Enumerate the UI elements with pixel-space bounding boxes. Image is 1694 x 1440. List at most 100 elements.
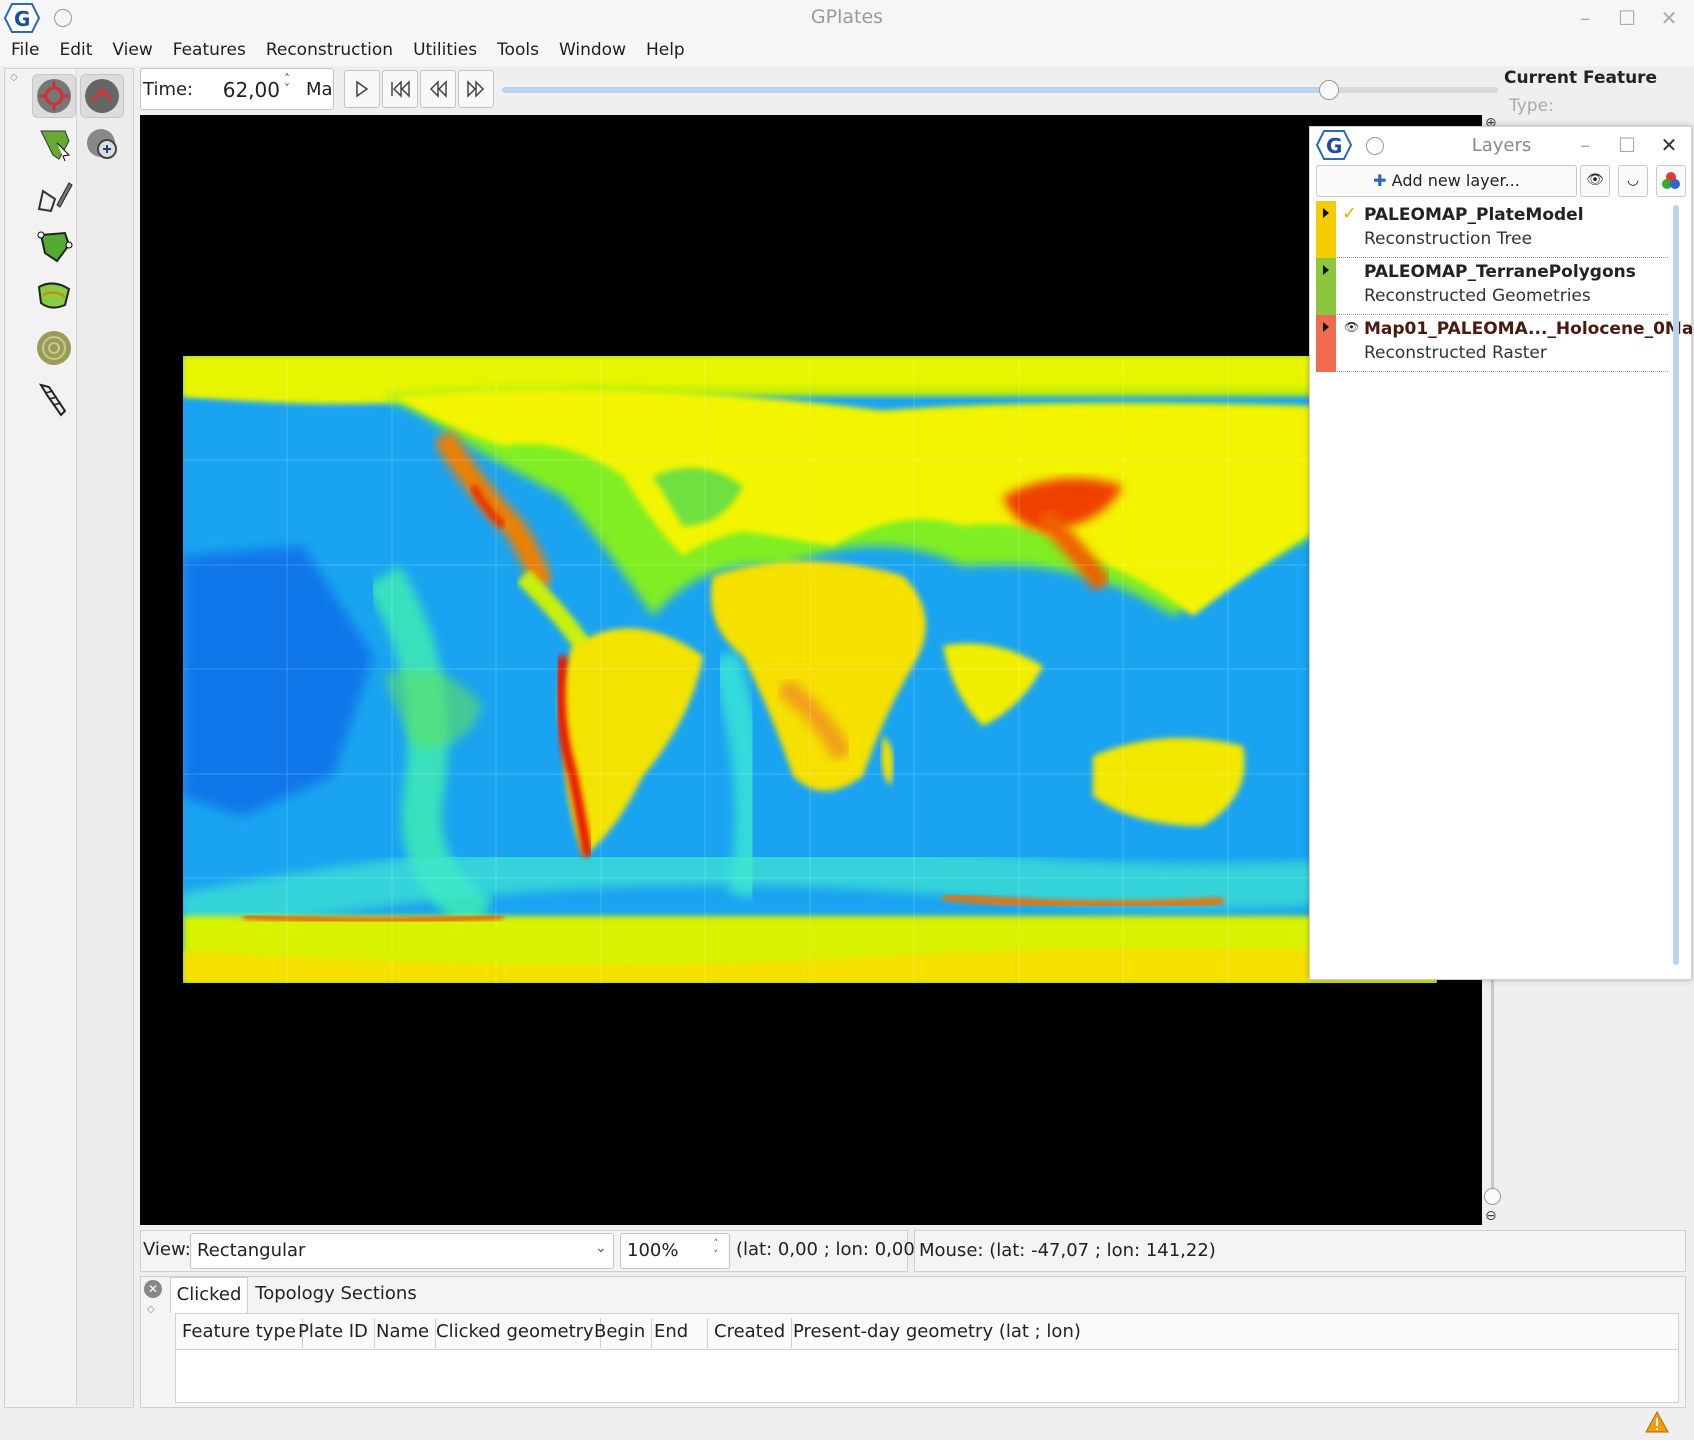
close-button[interactable]: ✕: [1654, 4, 1684, 32]
tab-clicked-label: Clicked: [176, 1284, 242, 1305]
menu-features[interactable]: Features: [173, 36, 256, 66]
dock-handle-icon[interactable]: ◇: [10, 72, 18, 83]
zoom-slider-handle[interactable]: [1484, 1188, 1501, 1205]
mouse-coordinates: Mouse: (lat: -47,07 ; lon: 141,22): [919, 1240, 1216, 1261]
layers-window: G Layers – ☐ ✕ ✚ Add new layer... 👁 ◡ ✓ …: [1309, 126, 1693, 980]
minimize-button[interactable]: –: [1570, 4, 1600, 32]
drag-globe-tool[interactable]: [32, 74, 76, 118]
view-label: View:: [143, 1239, 191, 1260]
measure-icon: [38, 383, 67, 417]
expand-arrow-icon[interactable]: [1323, 265, 1329, 275]
layer-item-terrane-polygons[interactable]: PALEOMAP_TerranePolygons Reconstructed G…: [1316, 258, 1668, 315]
layer-colors-button[interactable]: [1656, 165, 1686, 197]
layer-type: Reconstructed Raster: [1364, 343, 1547, 363]
layers-maximize-button[interactable]: ☐: [1612, 131, 1642, 159]
layer-name: PALEOMAP_TerranePolygons: [1364, 262, 1636, 282]
menu-tools[interactable]: Tools: [497, 36, 549, 66]
tab-topology-label: Topology Sections: [255, 1283, 417, 1304]
column-present-day-geometry[interactable]: Present-day geometry (lat ; lon): [787, 1318, 1087, 1348]
panel-dock-icon[interactable]: ◇: [147, 1304, 155, 1315]
zoom-globe-tool[interactable]: [80, 74, 124, 118]
column-plate-id[interactable]: Plate ID: [292, 1318, 375, 1348]
time-label: Time:: [143, 79, 194, 100]
menu-window[interactable]: Window: [559, 36, 636, 66]
polyline-pencil-icon: [37, 182, 73, 213]
camera-coordinates: (lat: 0,00 ; lon: 0,00): [736, 1239, 922, 1260]
plus-icon: ✚: [1373, 171, 1387, 190]
layer-item-plate-model[interactable]: ✓ PALEOMAP_PlateModel Reconstruction Tre…: [1316, 201, 1668, 258]
column-feature-type[interactable]: Feature type: [176, 1318, 303, 1348]
play-icon: [356, 80, 369, 98]
measure-distance-tool[interactable]: [32, 378, 76, 422]
eye-icon: 👁: [1586, 172, 1604, 188]
column-created[interactable]: Created: [708, 1318, 793, 1348]
layer-name: PALEOMAP_PlateModel: [1364, 205, 1584, 225]
column-end[interactable]: End: [648, 1318, 708, 1348]
africa-pointer-icon: [40, 130, 71, 162]
projection-select[interactable]: Rectangular ⌄: [190, 1233, 614, 1269]
menu-view[interactable]: View: [112, 36, 162, 66]
hide-all-layers-button[interactable]: ◡: [1618, 165, 1648, 197]
world-raster-canvas: [183, 356, 1437, 983]
zoom-spinbox[interactable]: 100% ˄ ˅: [620, 1233, 730, 1269]
checkmark-icon[interactable]: ✓: [1342, 203, 1357, 224]
step-forward-button[interactable]: [458, 70, 494, 108]
raster-world-map[interactable]: [183, 356, 1437, 983]
tool-palette-secondary: [76, 70, 133, 1406]
time-slider-fill: [502, 87, 1329, 93]
show-all-layers-button[interactable]: 👁: [1580, 165, 1610, 197]
tab-clicked[interactable]: Clicked: [170, 1277, 248, 1313]
layer-type: Reconstruction Tree: [1364, 229, 1533, 249]
window-title: GPlates: [810, 6, 884, 28]
vertex-move-icon: [37, 231, 73, 263]
column-name[interactable]: Name: [370, 1318, 437, 1348]
reset-animation-button[interactable]: [382, 70, 418, 108]
menu-edit[interactable]: Edit: [59, 36, 102, 66]
time-slider-track[interactable]: [502, 87, 1498, 93]
time-spin-arrows-icon[interactable]: ˄ ˅: [284, 73, 290, 95]
chevron-down-icon: ⌄: [595, 1240, 607, 1256]
small-circle-tool[interactable]: [32, 326, 76, 370]
lens-tool[interactable]: [80, 122, 124, 166]
current-feature-type-label: Type:: [1509, 96, 1554, 116]
layer-item-raster[interactable]: 👁 Map01_PALEOMA..._Holocene_0Ma Reconstr…: [1316, 315, 1693, 372]
time-unit: Ma: [306, 79, 333, 100]
maximize-button[interactable]: ☐: [1612, 4, 1642, 32]
column-clicked-geometry[interactable]: Clicked geometry: [430, 1318, 601, 1348]
move-vertex-tool[interactable]: [32, 224, 76, 268]
skip-back-icon: [391, 80, 410, 98]
visibility-eye-icon[interactable]: 👁: [1344, 320, 1359, 334]
magnify-globe-icon: [87, 129, 117, 159]
current-feature-title: Current Feature: [1504, 68, 1658, 88]
time-slider-handle[interactable]: [1318, 80, 1339, 100]
menu-bar: File Edit View Features Reconstruction U…: [0, 36, 1694, 66]
build-topology-tool[interactable]: [32, 274, 76, 318]
expand-arrow-icon[interactable]: [1323, 208, 1329, 218]
digitise-geometry-tool[interactable]: [32, 174, 76, 218]
add-new-layer-button[interactable]: ✚ Add new layer...: [1316, 165, 1577, 197]
eye-closed-icon: ◡: [1626, 172, 1640, 188]
warning-icon[interactable]: [1644, 1410, 1670, 1439]
zoom-value: 100%: [627, 1240, 679, 1261]
close-panel-icon[interactable]: ✕: [144, 1280, 162, 1298]
step-back-button[interactable]: [420, 70, 456, 108]
layers-close-button[interactable]: ✕: [1654, 131, 1684, 159]
layers-minimize-button[interactable]: –: [1570, 131, 1600, 159]
menu-file[interactable]: File: [11, 36, 49, 66]
expand-arrow-icon[interactable]: [1323, 322, 1329, 332]
rewind-icon: [429, 80, 447, 98]
menu-reconstruction[interactable]: Reconstruction: [266, 36, 403, 66]
layer-name: Map01_PALEOMA..._Holocene_0Ma: [1364, 319, 1694, 339]
layers-scrollbar[interactable]: [1673, 205, 1679, 965]
zoom-spin-arrows-icon[interactable]: ˄ ˅: [713, 1238, 719, 1260]
choose-feature-tool[interactable]: [32, 122, 76, 166]
play-button[interactable]: [344, 70, 380, 108]
menu-help[interactable]: Help: [646, 36, 695, 66]
tab-topology-sections[interactable]: Topology Sections: [252, 1277, 420, 1313]
sphere-icon: [37, 331, 71, 365]
globe-rotate-icon: [85, 79, 119, 113]
time-value[interactable]: 62,00: [212, 78, 280, 102]
menu-utilities[interactable]: Utilities: [413, 36, 487, 66]
zoom-out-icon[interactable]: ⊖: [1485, 1208, 1501, 1224]
column-begin[interactable]: Begin: [588, 1318, 653, 1348]
